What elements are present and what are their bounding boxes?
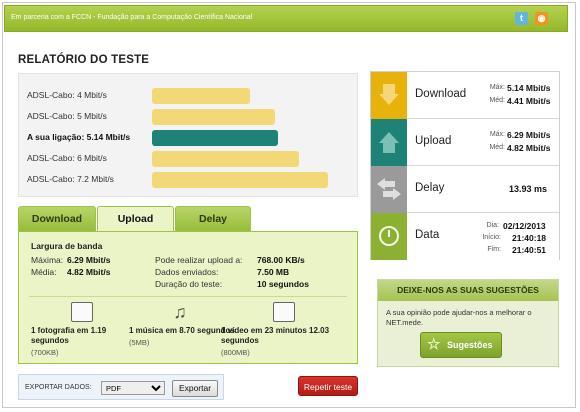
photo-equivalent: 1 fotografia em 1.19 segundos (700KB)	[31, 302, 141, 357]
result-upload-max-label: Máx:	[489, 131, 505, 138]
speed-bar	[152, 172, 329, 188]
download-icon	[371, 72, 407, 119]
result-upload-avg-value: 4.82 Mbit/s	[507, 143, 551, 153]
export-label: EXPORTAR DADOS:	[25, 384, 92, 391]
speed-bar	[152, 151, 299, 167]
result-download-max-label: Máx:	[489, 84, 505, 91]
divider	[29, 296, 347, 297]
photo-equivalent-text: 1 fotografia em 1.19 segundos	[31, 326, 107, 345]
result-delay-name: Delay	[415, 182, 445, 194]
speed-comparison-panel: ADSL-Cabo: 4 Mbit/s ADSL-Cabo: 5 Mbit/s …	[18, 73, 358, 197]
result-upload-avg-label: Méd:	[489, 144, 505, 151]
photo-equivalent-size: (700KB)	[31, 348, 59, 357]
result-upload-max-value: 6.29 Mbit/s	[507, 130, 551, 140]
duration-label: Duração do teste:	[155, 279, 223, 289]
sent-value: 7.50 MB	[257, 267, 290, 277]
result-download: Download Máx: 5.14 Mbit/s Méd: 4.41 Mbit…	[371, 72, 559, 119]
speed-bar-own	[152, 130, 278, 146]
music-icon: ♫	[173, 302, 187, 322]
max-value: 6.29 Mbit/s	[67, 255, 111, 265]
video-icon	[273, 302, 295, 322]
result-upload-name: Upload	[415, 135, 452, 147]
avg-value: 4.82 Mbit/s	[67, 267, 111, 277]
speed-row-own-connection: A sua ligação: 5.14 Mbit/s	[27, 130, 357, 146]
video-equivalent: 1 vídeo em 23 minutos 12.03 segundos (80…	[221, 302, 347, 357]
suggestions-box: DEIXE-NOS AS SUAS SUGESTÕES A sua opiniã…	[377, 279, 559, 367]
tab-download[interactable]: Download	[18, 206, 96, 231]
clock-icon	[371, 213, 407, 260]
rate-label: Pode realizar upload a:	[155, 255, 243, 265]
partner-text: Em parceria com a FCCN - Fundação para a…	[11, 14, 253, 21]
result-download-max-value: 5.14 Mbit/s	[507, 83, 551, 93]
result-upload: Upload Máx: 6.29 Mbit/s Méd: 4.82 Mbit/s	[371, 119, 559, 166]
result-date-day-label: Dia:	[486, 222, 499, 229]
duration-value: 10 segundos	[257, 279, 309, 289]
result-delay: Delay 13.93 ms	[371, 166, 559, 213]
twitter-icon[interactable]: t	[515, 12, 528, 25]
result-download-avg-label: Méd:	[489, 97, 505, 104]
result-date-day-value: 02/12/2013	[503, 221, 546, 231]
suggestions-title: DEIXE-NOS AS SUAS SUGESTÕES	[378, 280, 558, 301]
result-date-start-label: Início:	[482, 234, 501, 241]
results-summary: Download Máx: 5.14 Mbit/s Méd: 4.41 Mbit…	[370, 71, 560, 260]
result-date-name: Data	[415, 229, 440, 241]
speed-bar	[152, 109, 275, 125]
max-label: Máxima:	[31, 255, 64, 265]
speed-row-label: ADSL-Cabo: 4 Mbit/s	[27, 90, 107, 100]
video-equivalent-size: (800MB)	[221, 348, 250, 357]
suggestions-button-label: Sugestões	[447, 340, 493, 350]
result-delay-value: 13.93 ms	[509, 184, 548, 194]
photo-icon	[71, 302, 93, 322]
upload-tab-panel: Largura de banda Máxima: 6.29 Mbit/s Méd…	[18, 231, 358, 364]
bandwidth-heading: Largura de banda	[31, 241, 103, 251]
upload-icon	[371, 119, 407, 166]
repeat-test-button[interactable]: Repetir teste	[298, 376, 358, 396]
partner-banner: Em parceria com a FCCN - Fundação para a…	[4, 5, 568, 32]
export-bar: EXPORTAR DADOS: PDF Exportar	[18, 374, 224, 400]
report-title: RELATÓRIO DO TESTE	[18, 54, 150, 66]
export-format-select[interactable]: PDF	[101, 381, 165, 395]
speed-row: ADSL-Cabo: 6 Mbit/s	[27, 151, 357, 167]
result-date-end-label: Fim:	[487, 246, 501, 253]
star-icon: ☆	[427, 336, 441, 353]
rate-value: 768.00 KB/s	[257, 255, 305, 265]
speed-row: ADSL-Cabo: 5 Mbit/s	[27, 109, 357, 125]
result-date: Data Dia: 02/12/2013 Início: 21:40:18 Fi…	[371, 213, 559, 260]
speed-row-label: ADSL-Cabo: 5 Mbit/s	[27, 111, 107, 121]
result-download-name: Download	[415, 88, 467, 100]
sent-label: Dados enviados:	[155, 267, 219, 277]
rss-icon[interactable]: ◉	[535, 12, 548, 25]
result-date-start-value: 21:40:18	[512, 233, 547, 243]
avg-label: Média:	[31, 267, 57, 277]
export-button[interactable]: Exportar	[172, 380, 218, 397]
speed-row-label: ADSL-Cabo: 7.2 Mbit/s	[27, 174, 114, 184]
speed-row-label: A sua ligação: 5.14 Mbit/s	[27, 132, 131, 142]
speed-bar	[152, 88, 250, 104]
speed-row: ADSL-Cabo: 7.2 Mbit/s	[27, 172, 357, 188]
speed-row-label: ADSL-Cabo: 6 Mbit/s	[27, 153, 107, 163]
tab-upload[interactable]: Upload	[97, 206, 174, 232]
result-date-end-value: 21:40:51	[512, 245, 547, 255]
tab-delay[interactable]: Delay	[175, 206, 251, 231]
suggestions-text: A sua opinião pode ajudar-nos a melhorar…	[386, 308, 532, 327]
suggestions-button[interactable]: ☆ Sugestões	[420, 332, 502, 358]
video-equivalent-text: 1 vídeo em 23 minutos 12.03 segundos	[221, 326, 330, 345]
speed-row: ADSL-Cabo: 4 Mbit/s	[27, 88, 357, 104]
delay-icon	[371, 166, 407, 213]
result-download-avg-value: 4.41 Mbit/s	[507, 96, 551, 106]
